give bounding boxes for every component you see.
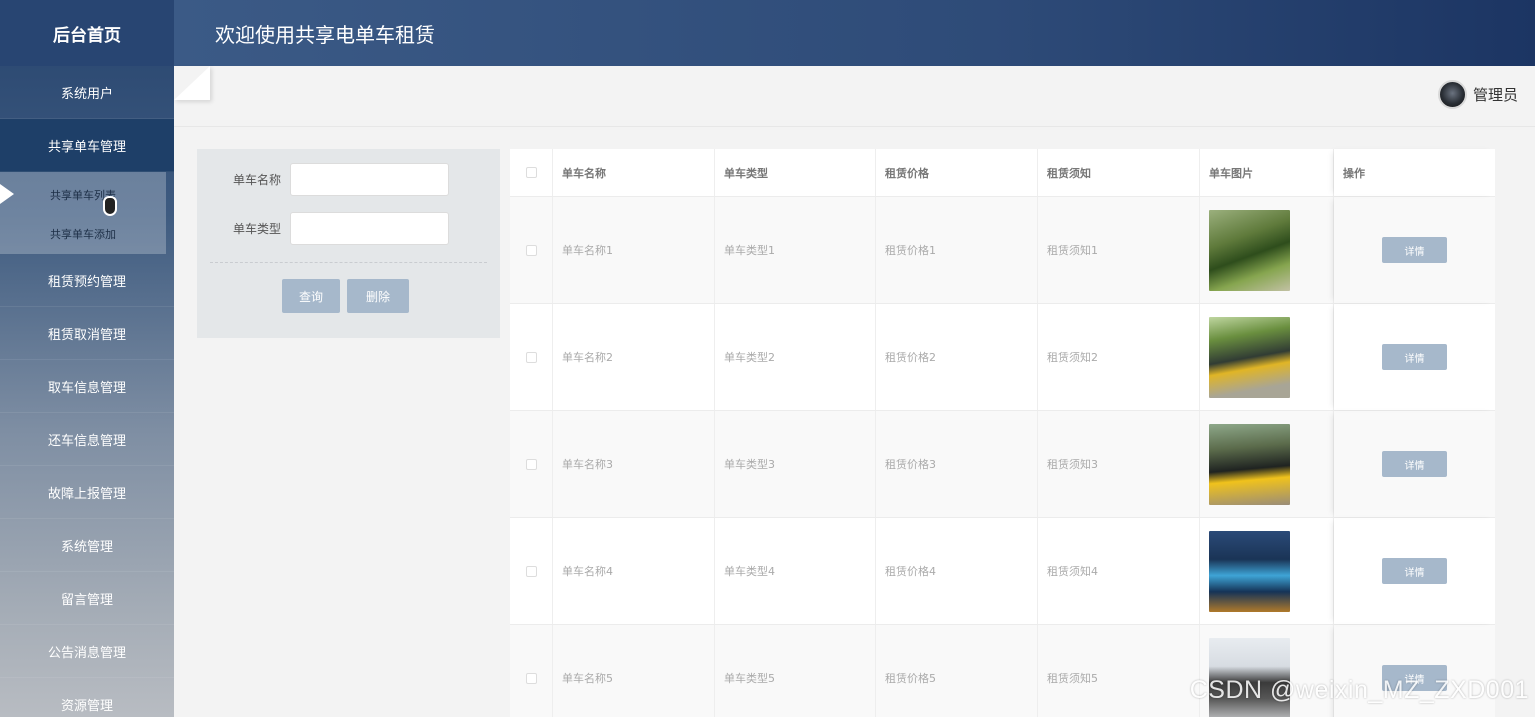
bike-type-input[interactable]: [290, 211, 449, 245]
sidebar-subitem-bike-add[interactable]: 共享单车添加: [0, 214, 166, 253]
row-checkbox[interactable]: [525, 244, 537, 256]
bike-photo: [1209, 530, 1290, 612]
table-row: 单车名称2 单车类型2 租赁价格2 租赁须知2 详情: [510, 304, 1495, 411]
bike-type-cell: 单车类型5: [715, 625, 876, 717]
bike-type-label: 单车类型: [232, 221, 281, 236]
sidebar-item-rental-booking[interactable]: 租赁预约管理: [0, 254, 174, 307]
rental-notice-cell: 租赁须知1: [1038, 197, 1200, 303]
bike-image-cell: [1200, 304, 1334, 410]
bike-type-cell: 单车类型3: [715, 411, 876, 517]
bike-photo: [1209, 316, 1290, 398]
bike-name-cell: 单车名称5: [553, 625, 715, 717]
select-all-checkbox[interactable]: [525, 167, 537, 178]
select-all-cell: [510, 149, 553, 196]
hand-cursor-icon: [103, 196, 117, 216]
column-header: 操作: [1334, 149, 1495, 196]
column-header: 单车名称: [553, 149, 715, 196]
sidebar-item-system-users[interactable]: 系统用户: [0, 66, 174, 119]
action-cell: 详情: [1334, 518, 1495, 624]
rental-price-cell: 租赁价格5: [876, 625, 1038, 717]
bike-type-field: 单车类型: [197, 211, 500, 245]
rental-price-cell: 租赁价格1: [876, 197, 1038, 303]
top-header: 欢迎使用共享电单车租赁: [174, 0, 1535, 66]
rental-notice-cell: 租赁须知5: [1038, 625, 1200, 717]
sidebar-item-system-management[interactable]: 系统管理: [0, 519, 174, 572]
bike-table: 单车名称 单车类型 租赁价格 租赁须知 单车图片 操作 单车名称1 单车类型1 …: [510, 149, 1495, 717]
column-header: 单车类型: [715, 149, 876, 196]
table-row: 单车名称4 单车类型4 租赁价格4 租赁须知4 详情: [510, 518, 1495, 625]
sidebar-item-rental-cancel[interactable]: 租赁取消管理: [0, 307, 174, 360]
column-header: 单车图片: [1200, 149, 1334, 196]
detail-button[interactable]: 详情: [1382, 451, 1447, 477]
rental-notice-cell: 租赁须知4: [1038, 518, 1200, 624]
bike-name-label: 单车名称: [232, 172, 281, 187]
row-select-cell: [510, 411, 553, 517]
bike-name-cell: 单车名称2: [553, 304, 715, 410]
sub-header-bar: 管理员: [174, 66, 1535, 127]
sidebar-item-announcements[interactable]: 公告消息管理: [0, 625, 174, 678]
search-divider: [210, 262, 487, 263]
bike-name-field: 单车名称: [197, 162, 500, 196]
table-row: 单车名称3 单车类型3 租赁价格3 租赁须知3 详情: [510, 411, 1495, 518]
row-select-cell: [510, 197, 553, 303]
row-checkbox[interactable]: [525, 351, 537, 363]
column-header: 租赁价格: [876, 149, 1038, 196]
action-cell: 详情: [1334, 411, 1495, 517]
detail-button[interactable]: 详情: [1382, 344, 1447, 370]
bike-image-cell: [1200, 411, 1334, 517]
rental-notice-cell: 租赁须知3: [1038, 411, 1200, 517]
row-select-cell: [510, 625, 553, 717]
sidebar-item-pickup-info[interactable]: 取车信息管理: [0, 360, 174, 413]
detail-button[interactable]: 详情: [1382, 237, 1447, 263]
sidebar-item-resources[interactable]: 资源管理: [0, 678, 174, 717]
table-header-row: 单车名称 单车类型 租赁价格 租赁须知 单车图片 操作: [510, 149, 1495, 197]
bike-name-cell: 单车名称3: [553, 411, 715, 517]
sidebar: 后台首页 系统用户 共享单车管理 共享单车列表 共享单车添加 租赁预约管理 租赁…: [0, 0, 174, 717]
bike-type-cell: 单车类型2: [715, 304, 876, 410]
bike-type-cell: 单车类型4: [715, 518, 876, 624]
action-cell: 详情: [1334, 304, 1495, 410]
row-checkbox[interactable]: [525, 458, 537, 470]
action-cell: 详情: [1334, 197, 1495, 303]
sidebar-item-messages[interactable]: 留言管理: [0, 572, 174, 625]
user-menu[interactable]: 管理员: [1437, 80, 1518, 109]
sidebar-item-fault-report[interactable]: 故障上报管理: [0, 466, 174, 519]
query-button[interactable]: 查询: [282, 279, 340, 313]
bike-name-input[interactable]: [290, 162, 449, 196]
detail-button[interactable]: 详情: [1382, 558, 1447, 584]
active-indicator-icon: [0, 184, 14, 204]
search-panel: 单车名称 单车类型 查询 删除: [197, 149, 500, 338]
row-checkbox[interactable]: [525, 672, 537, 684]
collapse-toggle-icon[interactable]: [174, 66, 210, 100]
page-title: 欢迎使用共享电单车租赁: [215, 22, 435, 47]
sidebar-subitem-bike-list[interactable]: 共享单车列表: [0, 175, 166, 214]
rental-price-cell: 租赁价格2: [876, 304, 1038, 410]
bike-image-cell: [1200, 518, 1334, 624]
sidebar-item-return-info[interactable]: 还车信息管理: [0, 413, 174, 466]
bike-name-cell: 单车名称1: [553, 197, 715, 303]
rental-price-cell: 租赁价格4: [876, 518, 1038, 624]
sidebar-submenu: 共享单车列表 共享单车添加: [0, 172, 166, 254]
bike-image-cell: [1200, 197, 1334, 303]
watermark: CSDN @weixin_MZ_ZXD001: [1189, 676, 1529, 704]
bike-photo: [1209, 209, 1290, 291]
bike-type-cell: 单车类型1: [715, 197, 876, 303]
table-row: 单车名称1 单车类型1 租赁价格1 租赁须知1 详情: [510, 197, 1495, 304]
bike-name-cell: 单车名称4: [553, 518, 715, 624]
sidebar-item-bike-management[interactable]: 共享单车管理: [0, 119, 174, 172]
column-header: 租赁须知: [1038, 149, 1200, 196]
avatar: [1437, 80, 1467, 109]
sidebar-title[interactable]: 后台首页: [0, 0, 174, 66]
bike-photo: [1209, 423, 1290, 505]
delete-button[interactable]: 删除: [347, 279, 409, 313]
user-name: 管理员: [1472, 86, 1518, 104]
row-checkbox[interactable]: [525, 565, 537, 577]
rental-price-cell: 租赁价格3: [876, 411, 1038, 517]
row-select-cell: [510, 518, 553, 624]
rental-notice-cell: 租赁须知2: [1038, 304, 1200, 410]
row-select-cell: [510, 304, 553, 410]
